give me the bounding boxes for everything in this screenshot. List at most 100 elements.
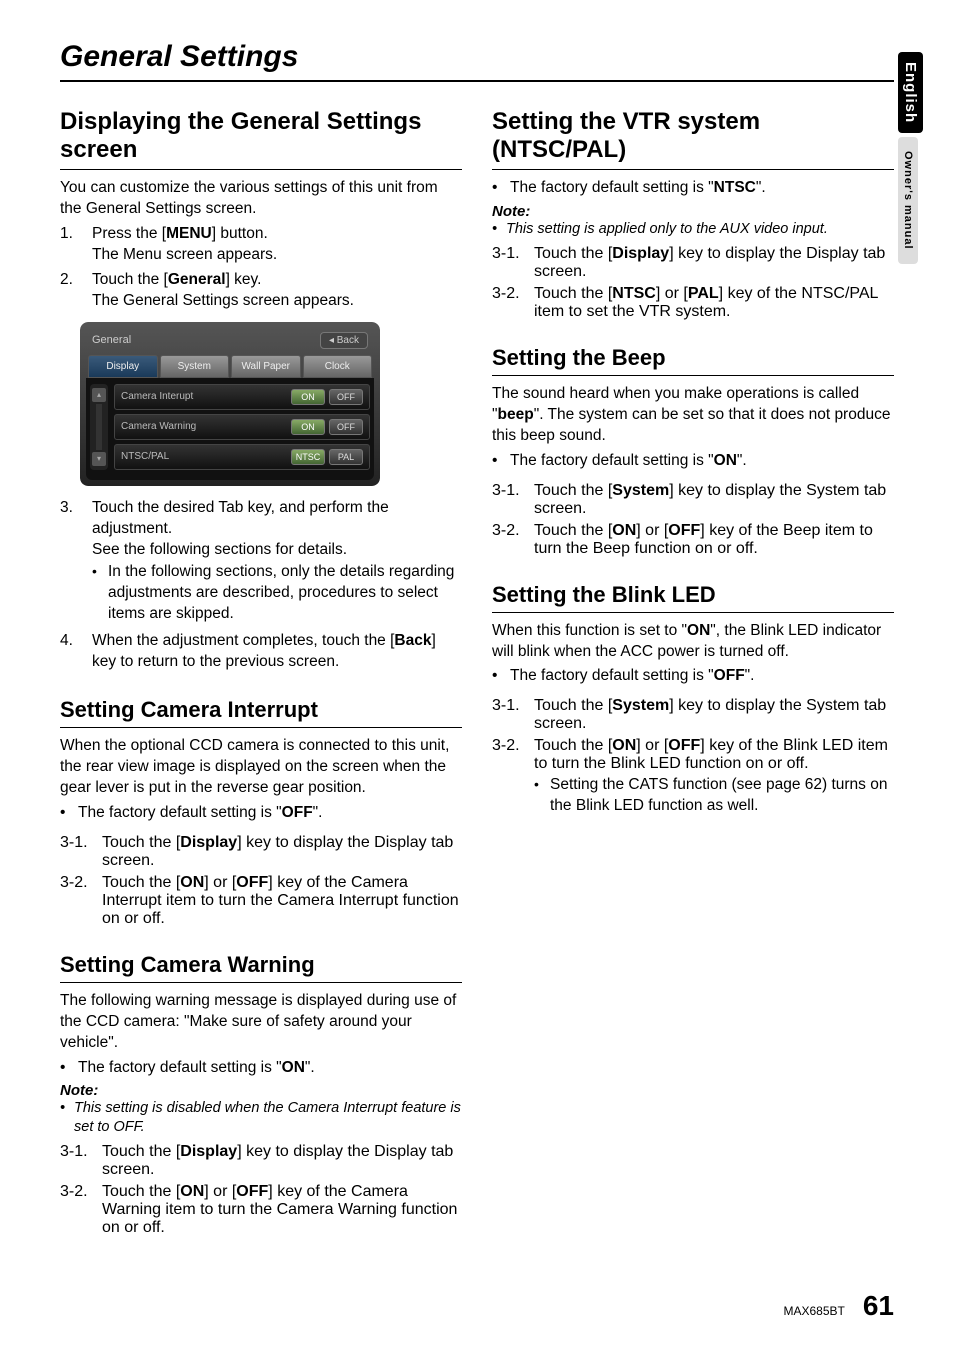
body-text: When the optional CCD camera is connecte…	[60, 736, 462, 799]
ss-off-button: OFF	[329, 389, 363, 405]
bullet: The factory default setting is "NTSC".	[492, 178, 894, 199]
tab-owners-manual: Owner's manual	[898, 137, 918, 264]
step-num: 3.	[60, 498, 92, 628]
t: Touch the [	[92, 271, 168, 288]
step-3-1: 3-1. Touch the [System] key to display t…	[492, 482, 894, 518]
two-column-layout: Displaying the General Settings screen Y…	[60, 108, 894, 1241]
bullets: The factory default setting is "OFF".	[60, 803, 462, 824]
note-item: This setting is applied only to the AUX …	[492, 220, 894, 239]
t: ". The system can be set so that it does…	[492, 406, 890, 444]
pal-key: PAL	[688, 285, 719, 302]
rule	[492, 169, 894, 170]
page-title: General Settings	[60, 40, 894, 82]
ss-row-ntsc-pal: NTSC/PAL NTSC PAL	[114, 444, 370, 470]
step-text: Press the [MENU] button. The Menu screen…	[92, 224, 462, 266]
rule	[60, 727, 462, 728]
t: ] or [	[204, 1183, 236, 1200]
heading-camera-interrupt: Setting Camera Interrupt	[60, 697, 462, 723]
t: ] or [	[636, 737, 668, 754]
page-footer: MAX685BT 61	[783, 1290, 894, 1322]
t: In the following sections, only the deta…	[108, 562, 462, 625]
body-text: The sound heard when you make operations…	[492, 384, 894, 447]
t: When this function is set to "	[492, 622, 687, 639]
bullets: The factory default setting is "ON".	[492, 451, 894, 472]
step-num: 3-1.	[492, 245, 534, 281]
step-3-2: 3-2. Touch the [ON] or [OFF] key of the …	[492, 522, 894, 558]
step-num: 3-1.	[60, 834, 102, 870]
t: Touch the [	[534, 285, 612, 302]
t: ".	[756, 179, 766, 196]
on-key: ON	[612, 522, 636, 539]
step-num: 3-2.	[492, 522, 534, 558]
side-tabs: English Owner's manual	[898, 52, 926, 268]
t: ] key.	[226, 271, 262, 288]
t: ".	[313, 804, 323, 821]
on-key: ON	[687, 622, 710, 639]
step-num: 2.	[60, 270, 92, 312]
step-num: 3-2.	[492, 737, 534, 819]
beep-key: beep	[498, 406, 534, 423]
t: When the adjustment completes, touch the…	[92, 632, 394, 649]
ss-tab-display: Display	[88, 355, 158, 378]
display-key: Display	[180, 1143, 237, 1160]
steps-list: 1. Press the [MENU] button. The Menu scr…	[60, 224, 462, 312]
rule	[492, 612, 894, 613]
display-key: Display	[180, 834, 237, 851]
step-3-1: 3-1. Touch the [Display] key to display …	[60, 834, 462, 870]
left-column: Displaying the General Settings screen Y…	[60, 108, 462, 1241]
right-column: Setting the VTR system (NTSC/PAL) The fa…	[492, 108, 894, 1241]
general-key: General	[168, 271, 226, 288]
sub-bullets: In the following sections, only the deta…	[92, 562, 462, 625]
ss-on-button: ON	[291, 419, 325, 435]
ntsc-key: NTSC	[612, 285, 656, 302]
t: The factory default setting is "	[510, 452, 714, 469]
step-3-2: 3-2. Touch the [ON] or [OFF] key of the …	[492, 737, 894, 819]
off-key: OFF	[668, 522, 700, 539]
menu-key: MENU	[166, 225, 212, 242]
t: ] button.	[212, 225, 268, 242]
t: The factory default setting is "	[510, 179, 714, 196]
ss-scrollbar: ▴ ▾	[90, 384, 108, 470]
t: Touch the [	[102, 1143, 180, 1160]
heading-beep: Setting the Beep	[492, 345, 894, 371]
rule	[60, 982, 462, 983]
t: Press the [	[92, 225, 166, 242]
ss-off-button: OFF	[329, 419, 363, 435]
scroll-up-icon: ▴	[92, 388, 106, 402]
step-text: Touch the [General] key. The General Set…	[92, 270, 462, 312]
step-text: Touch the [System] key to display the Sy…	[534, 482, 894, 518]
t: The Menu screen appears.	[92, 246, 277, 263]
ss-ntsc-button: NTSC	[291, 449, 325, 465]
t: This setting is disabled when the Camera…	[74, 1099, 462, 1137]
step-num: 3-2.	[492, 285, 534, 321]
heading-blink-led: Setting the Blink LED	[492, 582, 894, 608]
note-heading: Note:	[60, 1082, 462, 1099]
bullet: The factory default setting is "OFF".	[492, 666, 894, 687]
rule	[60, 169, 462, 170]
bullet: The factory default setting is "ON".	[492, 451, 894, 472]
bullets: The factory default setting is "NTSC".	[492, 178, 894, 199]
step-3-2: 3-2. Touch the [ON] or [OFF] key of the …	[60, 874, 462, 928]
step-text: Touch the [ON] or [OFF] key of the Beep …	[534, 522, 894, 558]
bullets: The factory default setting is "ON".	[60, 1058, 462, 1079]
t: The factory default setting is "	[78, 804, 282, 821]
step-3-1: 3-1. Touch the [Display] key to display …	[492, 245, 894, 281]
sub-bullet: Setting the CATS function (see page 62) …	[534, 775, 894, 817]
step-3-2: 3-2. Touch the [ON] or [OFF] key of the …	[60, 1183, 462, 1237]
step-4: 4. When the adjustment completes, touch …	[60, 631, 462, 673]
t: ] or [	[636, 522, 668, 539]
off-key: OFF	[282, 804, 313, 821]
t: Touch the [	[102, 874, 180, 891]
t: Setting the CATS function (see page 62) …	[550, 775, 894, 817]
step-2: 2. Touch the [General] key. The General …	[60, 270, 462, 312]
step-num: 3-1.	[60, 1143, 102, 1179]
step-text: Touch the [System] key to display the Sy…	[534, 697, 894, 733]
t: This setting is applied only to the AUX …	[506, 220, 828, 239]
note-item: This setting is disabled when the Camera…	[60, 1099, 462, 1137]
t: ".	[737, 452, 747, 469]
document-page: English Owner's manual General Settings …	[0, 0, 954, 1352]
step-num: 3-1.	[492, 697, 534, 733]
t: Touch the [	[534, 737, 612, 754]
t: The factory default setting is "	[510, 667, 714, 684]
t: Touch the [	[534, 245, 612, 262]
